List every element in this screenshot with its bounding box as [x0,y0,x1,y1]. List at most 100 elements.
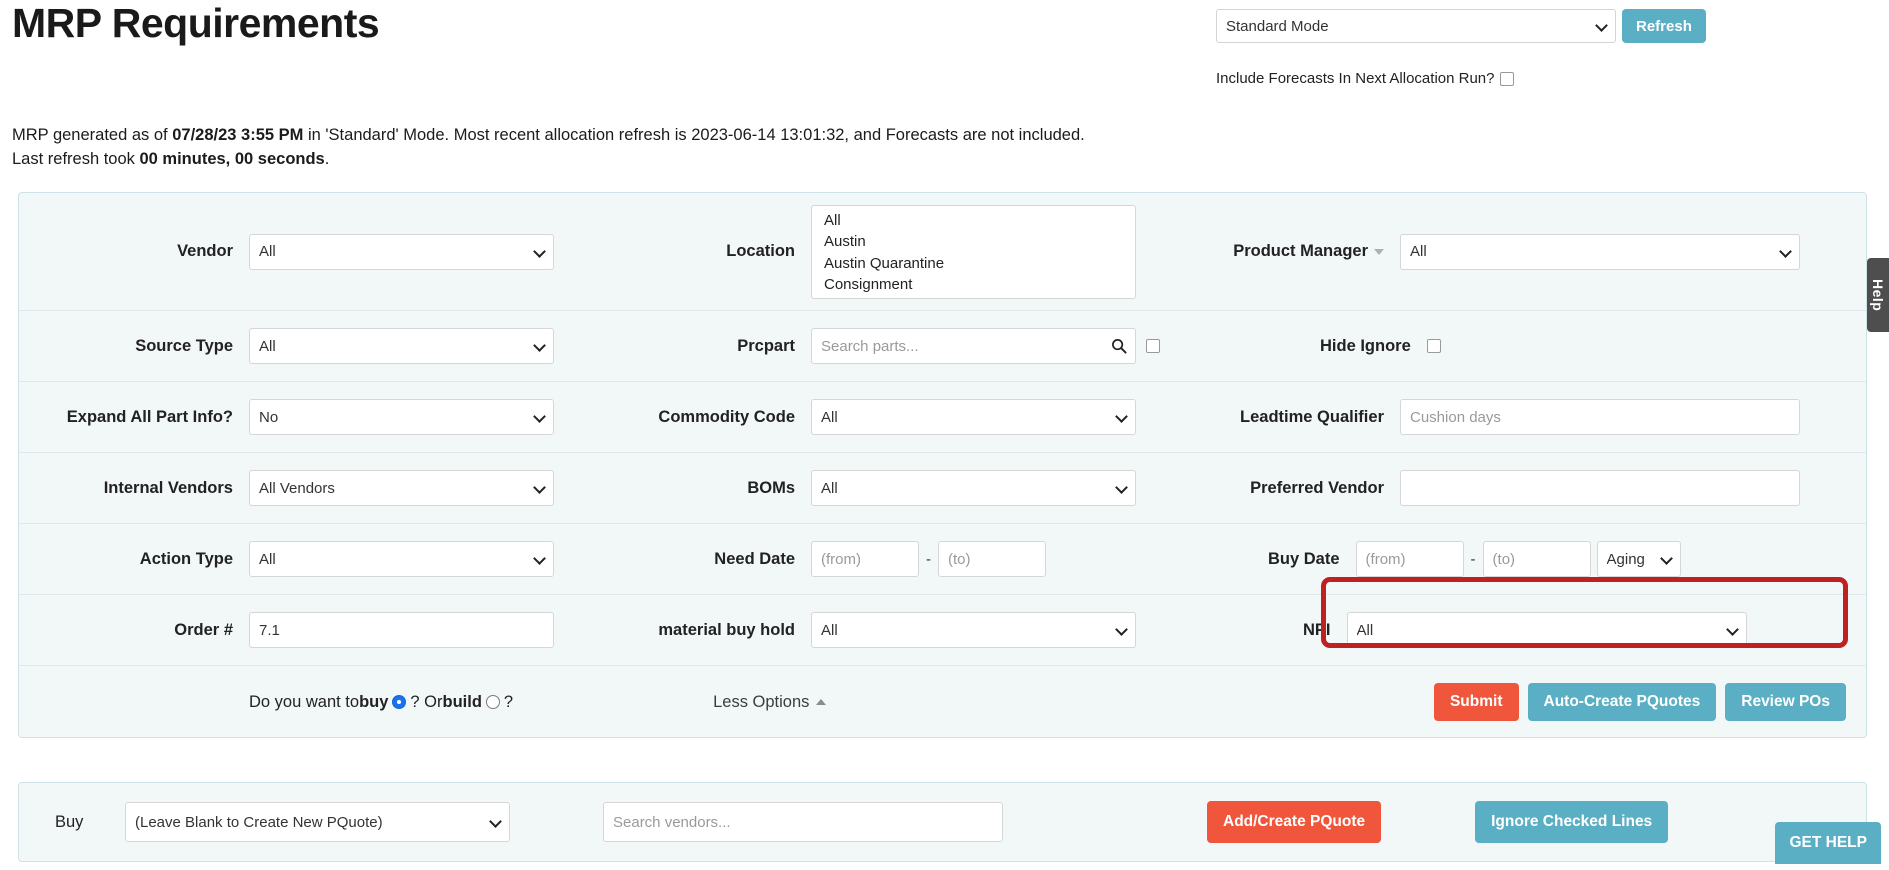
submit-button-group: Submit Auto-Create PQuotes Review POs [1433,683,1846,721]
mode-select-wrap: Standard Mode [1216,9,1616,43]
npi-field: NPI All [1303,612,1747,648]
material-buy-hold-select[interactable]: All [811,612,1136,648]
npi-select-wrap: All [1346,612,1747,648]
material-buy-hold-field: material buy hold All [596,612,1136,648]
vendor-field: Vendor All [31,233,554,270]
filter-actions-row: Do you want to buy ? Or build ? Less Opt… [19,666,1866,738]
include-forecasts-label: Include Forecasts In Next Allocation Run… [1216,70,1495,87]
buy-build-prefix: Do you want to [249,692,360,711]
leadtime-qualifier-input[interactable] [1400,399,1800,435]
need-date-from-input[interactable] [811,541,919,577]
page-title: MRP Requirements [12,0,380,46]
source-type-field: Source Type All [31,328,554,364]
add-create-pquote-button[interactable]: Add/Create PQuote [1207,801,1382,843]
status-line-2: Last refresh took 00 minutes, 00 seconds… [12,148,1412,172]
buy-date-from-input[interactable] [1355,541,1464,577]
auto-create-pquotes-button[interactable]: Auto-Create PQuotes [1527,683,1717,721]
ignore-checked-lines-button[interactable]: Ignore Checked Lines [1475,801,1669,843]
commodity-code-select-wrap: All [811,399,1136,435]
expand-all-part-info-select[interactable]: No [249,399,554,435]
commodity-code-select[interactable]: All [811,399,1136,435]
product-manager-field: Product Manager All [1180,233,1800,270]
buy-panel: Buy (Leave Blank to Create New PQuote) A… [18,782,1867,862]
prcpart-checkbox[interactable] [1146,339,1160,353]
status-line2-suffix: . [324,149,330,168]
filter-row-2: Source Type All Prcpart Search parts... … [19,311,1866,382]
refresh-button[interactable]: Refresh [1622,9,1706,43]
product-manager-label-text: Product Manager [1233,242,1368,260]
internal-vendors-select[interactable]: All Vendors [249,470,554,506]
less-options-toggle[interactable]: Less Options [713,693,827,712]
location-listbox[interactable]: All Austin Austin Quarantine Consignment [811,204,1136,299]
include-forecasts-checkbox[interactable] [1500,71,1515,86]
prcpart-field: Prcpart [596,328,1160,364]
mode-toolbar: Standard Mode Refresh [1216,9,1706,43]
npi-select[interactable]: All [1346,612,1747,648]
internal-vendors-field: Internal Vendors All Vendors [31,470,554,506]
buy-build-mid: ? Or [410,692,443,711]
prcpart-label: Prcpart [737,336,795,355]
build-word: build [442,692,482,711]
source-type-select[interactable]: All [249,328,554,364]
vendor-select[interactable]: All [249,233,554,270]
need-date-separator: - [926,550,931,568]
action-type-select-wrap: All [249,541,554,577]
preferred-vendor-input[interactable] [1400,470,1800,506]
mrp-status-text: MRP generated as of 07/28/23 3:55 PM in … [12,124,1412,172]
help-side-tab-label: Help [1870,278,1886,312]
buy-radio[interactable] [392,695,407,709]
pquote-select[interactable]: (Leave Blank to Create New PQuote) [125,802,510,842]
buy-word: buy [359,692,389,711]
include-forecasts-row: Include Forecasts In Next Allocation Run… [1216,70,1515,87]
material-buy-hold-select-wrap: All [811,612,1136,648]
source-type-label: Source Type [135,336,233,355]
status-refresh-duration: 00 minutes, 00 seconds [139,149,325,168]
aging-select[interactable]: Aging [1596,541,1681,577]
status-line1-prefix: MRP generated as of [12,126,173,144]
status-line-1: MRP generated as of 07/28/23 3:55 PM in … [12,124,1412,148]
vendor-label: Vendor [177,242,233,260]
boms-select[interactable]: All [811,470,1136,506]
order-number-field: Order # [31,612,554,648]
preferred-vendor-label: Preferred Vendor [1250,478,1384,497]
hide-ignore-checkbox[interactable] [1426,339,1441,353]
location-option[interactable]: All [812,210,1135,232]
mrp-requirements-page: MRP Requirements Standard Mode Refresh I… [0,0,1889,870]
order-number-label: Order # [174,620,233,639]
location-option[interactable]: Austin Quarantine [812,253,1135,275]
boms-label: BOMs [747,478,795,497]
location-option[interactable]: Consignment [812,274,1135,296]
need-date-to-input[interactable] [938,541,1046,577]
leadtime-qualifier-field: Leadtime Qualifier [1180,399,1800,435]
internal-vendors-label: Internal Vendors [103,478,233,497]
product-manager-label: Product Manager [1180,242,1400,261]
location-option[interactable]: Austin [812,231,1135,253]
buy-panel-label: Buy [55,812,84,831]
buy-or-build-question: Do you want to buy ? Or build ? [249,693,513,712]
vendor-search-input[interactable] [603,802,1003,842]
order-number-input[interactable] [249,612,554,648]
status-line1-suffix: in 'Standard' Mode. Most recent allocati… [303,126,1085,144]
mode-select[interactable]: Standard Mode [1216,9,1616,43]
expand-all-select-wrap: No [249,399,554,435]
filter-row-5: Action Type All Need Date - Buy Date - [19,524,1866,595]
chevron-down-icon[interactable] [1374,248,1384,255]
review-pos-button[interactable]: Review POs [1725,683,1846,721]
aging-select-wrap: Aging [1596,541,1681,577]
vendor-select-wrap: All [249,233,554,270]
product-manager-select[interactable]: All [1400,233,1800,270]
commodity-code-label: Commodity Code [658,407,795,426]
buy-date-to-input[interactable] [1482,541,1591,577]
prcpart-search-input[interactable] [811,328,1136,364]
build-radio[interactable] [485,695,500,709]
help-side-tab[interactable]: Help [1867,258,1889,332]
boms-select-wrap: All [811,470,1136,506]
action-type-field: Action Type All [31,541,554,577]
filter-row-4: Internal Vendors All Vendors BOMs All Pr… [19,453,1866,524]
submit-button[interactable]: Submit [1433,683,1519,721]
action-type-select[interactable]: All [249,541,554,577]
status-generated-timestamp: 07/28/23 3:55 PM [172,126,304,144]
status-line2-prefix: Last refresh took [12,149,140,168]
get-help-button[interactable]: GET HELP [1775,822,1881,864]
hide-ignore-label: Hide Ignore [1320,336,1411,355]
